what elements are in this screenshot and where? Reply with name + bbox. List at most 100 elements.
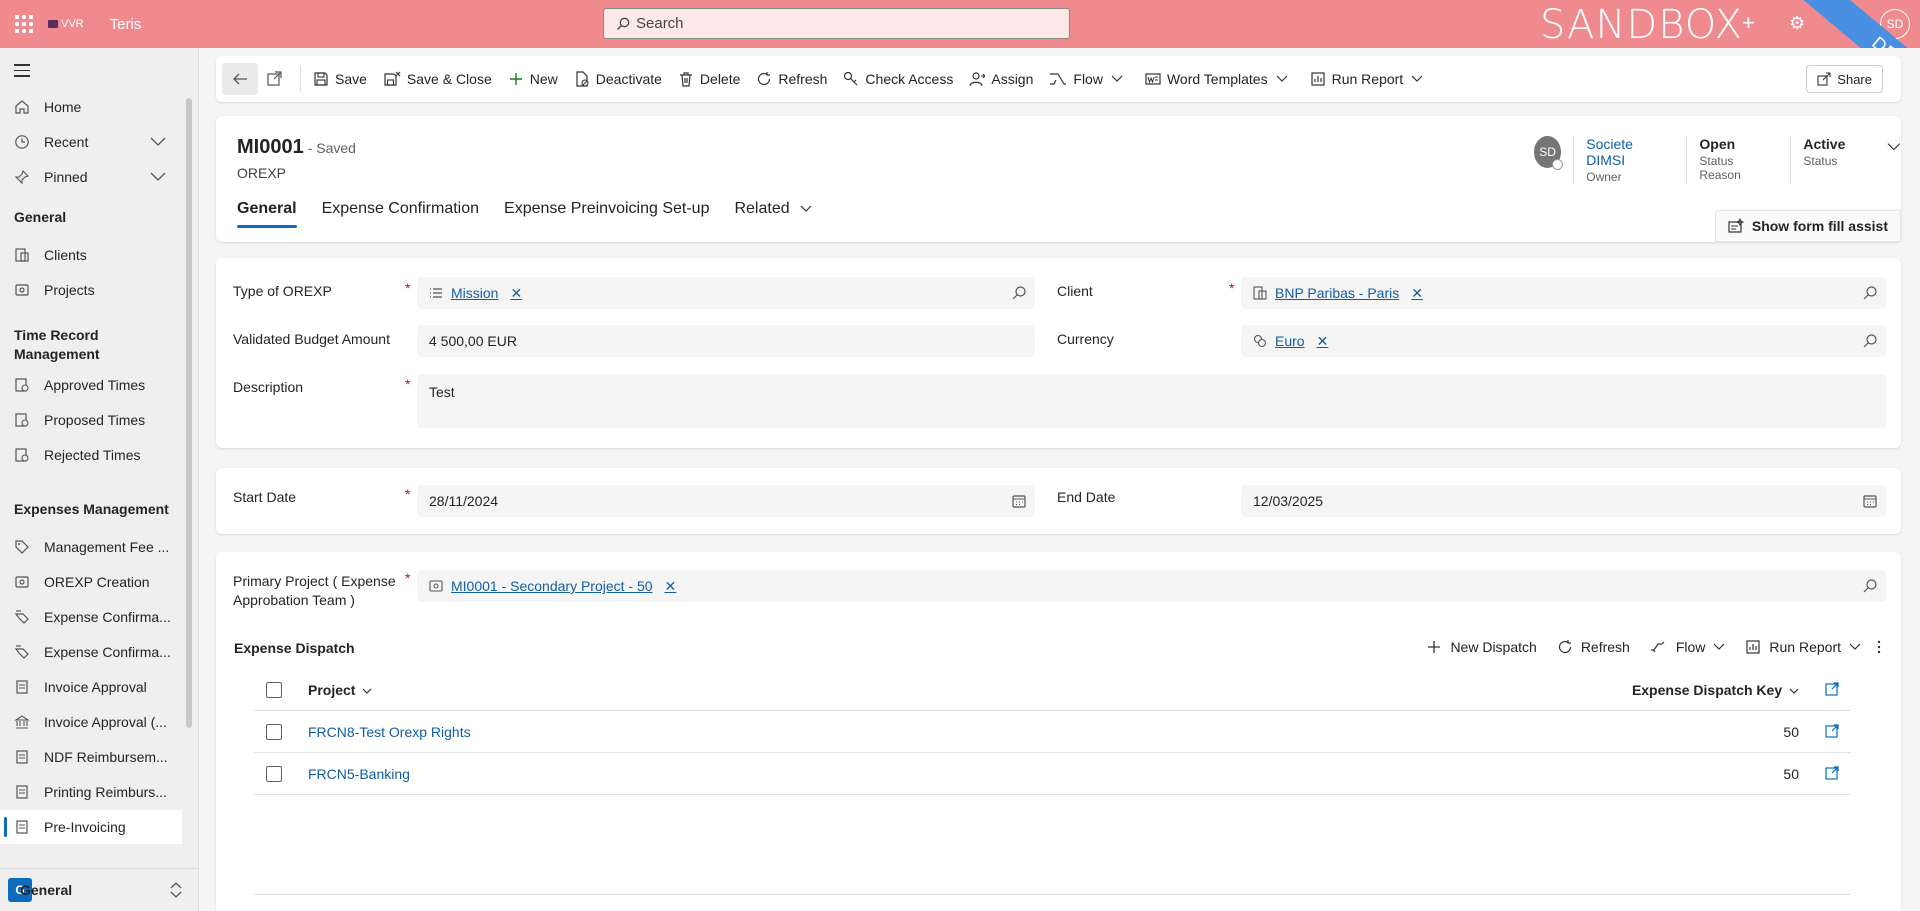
calendar-icon[interactable] bbox=[1862, 493, 1878, 509]
remove-tag-icon[interactable]: ✕ bbox=[665, 578, 677, 595]
sidebar-item-approved-times[interactable]: Approved Times bbox=[0, 368, 182, 402]
type-of-orexp-lookup[interactable]: Mission ✕ bbox=[417, 277, 1035, 309]
row-project-link[interactable]: FRCN8-Test Orexp Rights bbox=[308, 724, 471, 740]
sidebar-section-general: General bbox=[14, 209, 67, 225]
search-icon[interactable] bbox=[1011, 285, 1027, 301]
sidebar-item-orexp-creation[interactable]: OREXP Creation bbox=[0, 565, 182, 599]
subgrid-flow-button[interactable]: Flow bbox=[1640, 630, 1736, 664]
owner-link[interactable]: Societe DIMSI bbox=[1586, 136, 1662, 168]
remove-tag-icon[interactable]: ✕ bbox=[510, 285, 522, 302]
app-name[interactable]: Teris bbox=[110, 16, 142, 33]
sidebar-item-pinned[interactable]: Pinned bbox=[0, 160, 182, 194]
table-row[interactable]: FRCN5-Banking 50 bbox=[254, 753, 1851, 795]
sidebar-item-rejected-times[interactable]: Rejected Times bbox=[0, 438, 182, 472]
remove-tag-icon[interactable]: ✕ bbox=[1317, 333, 1329, 350]
primary-project-label: Primary Project ( Expense Approbation Te… bbox=[233, 573, 396, 608]
assign-button[interactable]: Assign bbox=[961, 62, 1041, 96]
row-checkbox[interactable] bbox=[266, 765, 282, 782]
sidebar-item-invoice-approval[interactable]: Invoice Approval bbox=[0, 670, 182, 704]
tab-expense-confirmation[interactable]: Expense Confirmation bbox=[322, 200, 479, 228]
column-header-project[interactable]: Project bbox=[308, 682, 372, 698]
back-button[interactable] bbox=[222, 63, 258, 95]
open-in-new-window-button[interactable] bbox=[258, 62, 296, 96]
search-icon[interactable] bbox=[1862, 578, 1878, 594]
calendar-icon[interactable] bbox=[1011, 493, 1027, 509]
tag-icon bbox=[14, 539, 30, 555]
chevron-down-icon bbox=[1111, 75, 1123, 82]
search-icon[interactable] bbox=[1862, 333, 1878, 349]
check-access-button[interactable]: Check Access bbox=[835, 62, 961, 96]
form-tabs: General Expense Confirmation Expense Pre… bbox=[237, 200, 837, 228]
row-project-link[interactable]: FRCN5-Banking bbox=[308, 766, 410, 782]
save-button[interactable]: Save bbox=[305, 62, 375, 96]
sidebar-item-pre-invoicing[interactable]: Pre-Invoicing bbox=[0, 810, 182, 844]
primary-project-tag[interactable]: MI0001 - Secondary Project - 50 ✕ bbox=[429, 578, 676, 595]
start-date-input[interactable]: 28/11/2024 bbox=[417, 485, 1035, 517]
sidebar-item-management-fee[interactable]: Management Fee ... bbox=[0, 530, 182, 564]
global-search-input[interactable]: Search bbox=[603, 8, 1070, 39]
sidebar-item-ndf-reimbursement[interactable]: NDF Reimbursem... bbox=[0, 740, 182, 774]
hamburger-menu-icon[interactable] bbox=[14, 64, 30, 81]
start-date-value: 28/11/2024 bbox=[429, 493, 499, 509]
open-in-new-icon[interactable] bbox=[1825, 766, 1839, 780]
sidebar-item-recent[interactable]: Recent bbox=[0, 125, 182, 159]
new-dispatch-button[interactable]: New Dispatch bbox=[1416, 630, 1546, 664]
form-fill-assist-button[interactable]: Show form fill assist bbox=[1714, 210, 1901, 242]
end-date-input[interactable]: 12/03/2025 bbox=[1241, 485, 1886, 517]
primary-project-lookup[interactable]: MI0001 - Secondary Project - 50 ✕ bbox=[417, 570, 1886, 602]
tab-expense-preinvoicing-setup[interactable]: Expense Preinvoicing Set-up bbox=[504, 200, 709, 228]
open-in-new-icon[interactable] bbox=[1825, 682, 1839, 696]
sidebar-item-projects[interactable]: Projects bbox=[0, 273, 182, 307]
sidebar-item-home[interactable]: Home bbox=[0, 90, 182, 124]
more-commands-button[interactable] bbox=[1871, 630, 1887, 664]
app-launcher-button[interactable] bbox=[0, 0, 48, 48]
client-value[interactable]: BNP Paribas - Paris bbox=[1275, 285, 1399, 301]
plus-icon[interactable]: + bbox=[1742, 12, 1755, 34]
remove-tag-icon[interactable]: ✕ bbox=[1411, 285, 1423, 302]
client-lookup[interactable]: BNP Paribas - Paris ✕ bbox=[1241, 277, 1886, 309]
settings-gear-icon[interactable]: ⚙ bbox=[1789, 12, 1805, 34]
share-button[interactable]: Share bbox=[1806, 65, 1883, 93]
subgrid-run-report-button[interactable]: Run Report bbox=[1735, 630, 1871, 664]
save-and-close-button[interactable]: Save & Close bbox=[375, 62, 500, 96]
sidebar-item-expense-confirmation-2[interactable]: Expense Confirma... bbox=[0, 635, 182, 669]
refresh-button[interactable]: Refresh bbox=[748, 62, 835, 96]
subgrid-refresh-button[interactable]: Refresh bbox=[1547, 630, 1640, 664]
type-of-orexp-tag[interactable]: Mission ✕ bbox=[429, 285, 522, 302]
run-report-button[interactable]: Run Report bbox=[1302, 62, 1438, 96]
flow-button[interactable]: Flow bbox=[1041, 62, 1137, 96]
table-row[interactable]: FRCN8-Test Orexp Rights 50 bbox=[254, 711, 1851, 753]
tab-general[interactable]: General bbox=[237, 200, 297, 228]
currency-tag[interactable]: Euro ✕ bbox=[1253, 333, 1328, 350]
select-all-checkbox[interactable] bbox=[266, 681, 282, 698]
search-icon[interactable] bbox=[1862, 285, 1878, 301]
currency-lookup[interactable]: Euro ✕ bbox=[1241, 325, 1886, 357]
sidebar-item-proposed-times[interactable]: Proposed Times bbox=[0, 403, 182, 437]
status-reason-value: Open bbox=[1699, 136, 1736, 152]
area-switcher[interactable]: G General bbox=[0, 868, 199, 911]
delete-button[interactable]: Delete bbox=[670, 62, 748, 96]
new-button[interactable]: New bbox=[500, 62, 566, 96]
sidebar-item-label: Expense Confirma... bbox=[44, 644, 171, 660]
tab-related[interactable]: Related bbox=[734, 200, 812, 228]
list-icon bbox=[430, 288, 442, 298]
open-in-new-icon[interactable] bbox=[1825, 724, 1839, 738]
row-checkbox[interactable] bbox=[266, 723, 282, 740]
word-templates-button[interactable]: Word Templates bbox=[1137, 62, 1302, 96]
currency-value[interactable]: Euro bbox=[1275, 333, 1305, 349]
primary-project-value[interactable]: MI0001 - Secondary Project - 50 bbox=[451, 578, 653, 594]
sidebar-item-invoice-approval-2[interactable]: Invoice Approval (... bbox=[0, 705, 182, 739]
client-tag[interactable]: BNP Paribas - Paris ✕ bbox=[1253, 285, 1423, 302]
sidebar-item-printing-reimbursement[interactable]: Printing Reimburs... bbox=[0, 775, 182, 809]
sidebar-item-clients[interactable]: Clients bbox=[0, 238, 182, 272]
sidebar-item-expense-confirmation-1[interactable]: Expense Confirma... bbox=[0, 600, 182, 634]
currency-coins-icon bbox=[1253, 334, 1267, 348]
validated-budget-input[interactable]: 4 500,00 EUR bbox=[417, 325, 1035, 357]
expand-header-chevron-icon[interactable] bbox=[1887, 142, 1901, 152]
sidebar-scrollbar[interactable] bbox=[186, 98, 192, 728]
type-of-orexp-value[interactable]: Mission bbox=[451, 285, 498, 301]
environment-label: SANDBOX bbox=[1540, 2, 1744, 48]
deactivate-button[interactable]: Deactivate bbox=[566, 62, 670, 96]
description-textarea[interactable]: Test bbox=[417, 374, 1886, 428]
column-header-dispatch-key[interactable]: Expense Dispatch Key bbox=[1632, 682, 1799, 698]
